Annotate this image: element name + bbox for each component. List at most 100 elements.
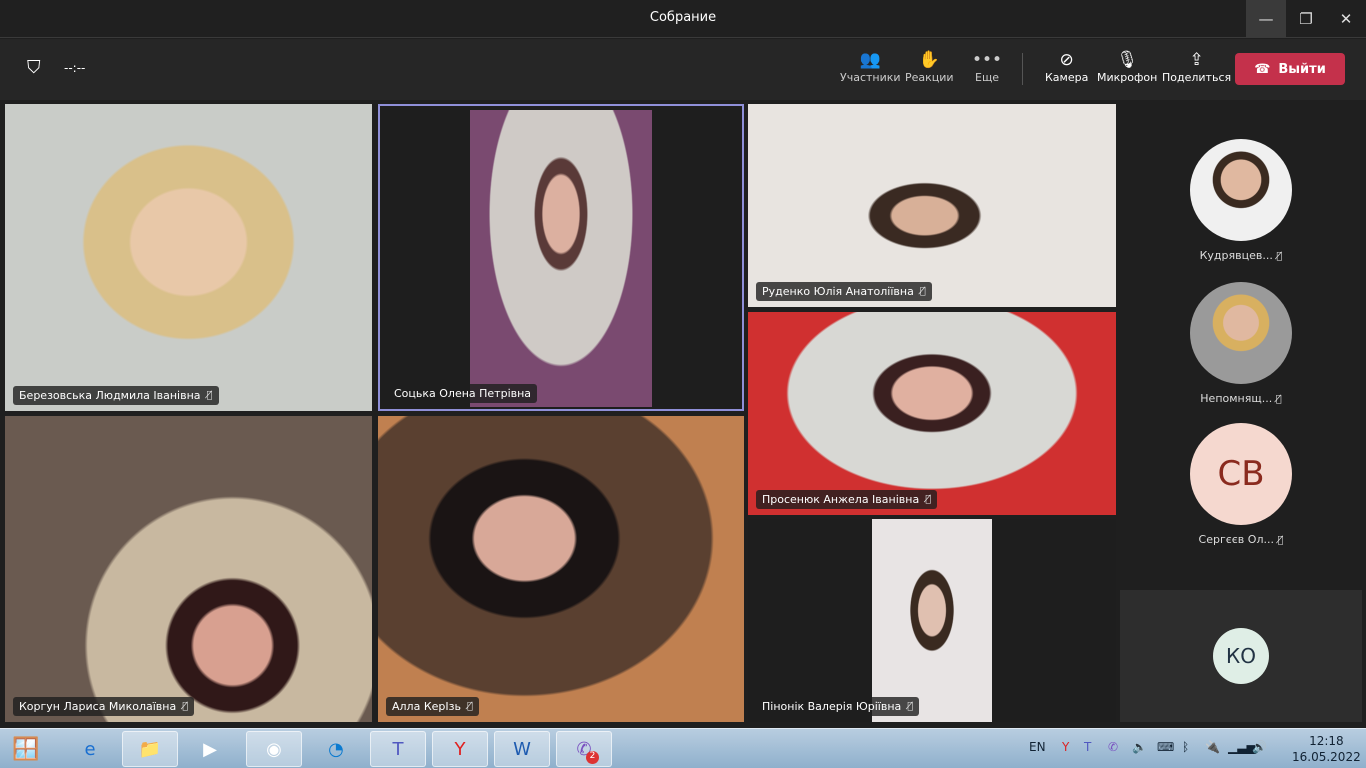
self-view-tile[interactable]: КО <box>1120 590 1362 722</box>
chrome-icon[interactable]: ◉ <box>246 731 302 767</box>
media-player-icon[interactable]: ▶ <box>182 731 238 767</box>
share-icon: ⇪ <box>1189 50 1204 70</box>
yandex-icon[interactable]: Y <box>432 731 488 767</box>
word-icon[interactable]: W <box>494 731 550 767</box>
keyboard-tray-icon[interactable]: ⌨ <box>1157 740 1174 754</box>
people-icon: 👥 <box>859 50 881 70</box>
window-title: Собрание <box>649 10 717 25</box>
side-participant[interactable]: СВ Сергєєв Ол... 🎙̸ <box>1176 423 1306 546</box>
participants-label: Участники <box>840 71 901 84</box>
mic-muted-icon: 🎙̸ <box>182 701 189 712</box>
teams-icon[interactable]: T <box>370 731 426 767</box>
mic-label: Микрофон <box>1097 71 1158 84</box>
explorer-icon[interactable]: 📁 <box>122 731 178 767</box>
participant-name: Пінонік Валерія Юріївна <box>762 700 902 713</box>
camera-off-icon: ⊘ <box>1059 50 1074 70</box>
video-feed <box>378 416 744 722</box>
camera-label: Камера <box>1045 71 1089 84</box>
leave-label: Выйти <box>1278 61 1326 77</box>
video-tile[interactable]: Руденко Юлія Анатоліївна 🎙̸ <box>748 104 1116 307</box>
minimize-button[interactable]: — <box>1246 0 1286 38</box>
close-button[interactable]: ✕ <box>1326 0 1366 38</box>
meeting-timer: --:-- <box>64 61 86 75</box>
maximize-button[interactable]: ❐ <box>1286 0 1326 38</box>
title-bar: Собрание — ❐ ✕ <box>0 0 1366 38</box>
participant-name: Коргун Лариса Миколаївна <box>19 700 177 713</box>
avatar <box>1190 282 1292 384</box>
video-tile-active-speaker[interactable]: Соцька Олена Петрівна <box>378 104 744 411</box>
volume-icon[interactable]: 🔊 <box>1252 740 1267 754</box>
video-feed <box>5 416 372 722</box>
clock[interactable]: 12:18 16.05.2022 <box>1292 733 1361 765</box>
side-participant[interactable]: Кудрявцев... 🎙̸ <box>1176 139 1306 262</box>
video-feed <box>872 519 992 722</box>
video-tile[interactable]: Просенюк Анжела Іванівна 🎙̸ <box>748 312 1116 515</box>
participant-name: Просенюк Анжела Іванівна <box>762 493 920 506</box>
viber-tray-icon[interactable]: ✆ <box>1108 740 1118 754</box>
mic-muted-icon: 🎙̸ <box>206 390 213 401</box>
participant-label: Березовська Людмила Іванівна 🎙̸ <box>13 386 219 405</box>
participant-label: Алла КерІзь 🎙̸ <box>386 697 479 716</box>
language-indicator[interactable]: EN <box>1029 740 1046 754</box>
video-tile[interactable]: Пінонік Валерія Юріївна 🎙̸ <box>748 519 1116 722</box>
mic-muted-icon: 🎙̸ <box>1275 394 1282 405</box>
start-button[interactable]: 🪟 <box>2 731 50 767</box>
participant-label: Руденко Юлія Анатоліївна 🎙̸ <box>756 282 932 301</box>
participant-name: Сергєєв Ол... 🎙̸ <box>1198 533 1284 546</box>
leave-button[interactable]: ☎ Выйти <box>1235 53 1345 85</box>
participant-label: Пінонік Валерія Юріївна 🎙̸ <box>756 697 920 716</box>
reactions-label: Реакции <box>905 71 954 84</box>
mic-muted-icon: 🎙̸ <box>1276 251 1283 262</box>
mic-off-icon: 🎙 <box>1116 50 1138 70</box>
mic-muted-icon: 🎙̸ <box>919 286 926 297</box>
mic-button[interactable]: 🎙 Микрофон <box>1097 49 1157 84</box>
video-tile[interactable]: Березовська Людмила Іванівна 🎙̸ <box>5 104 372 411</box>
video-tile[interactable]: Алла КерІзь 🎙̸ <box>378 416 744 722</box>
video-feed <box>748 104 1116 307</box>
share-label: Поделиться <box>1162 71 1232 84</box>
video-feed <box>5 104 372 411</box>
video-feed <box>748 312 1116 515</box>
time: 12:18 <box>1309 734 1344 748</box>
participant-name: Соцька Олена Петрівна <box>394 387 532 400</box>
bluetooth-icon[interactable]: ᛒ <box>1182 740 1189 754</box>
camera-button[interactable]: ⊘ Камера <box>1045 49 1088 84</box>
reactions-button[interactable]: ✋ Реакции <box>905 49 954 84</box>
participant-name: Алла КерІзь <box>392 700 461 713</box>
edge-icon[interactable]: ◔ <box>308 731 364 767</box>
participant-label: Соцька Олена Петрівна <box>388 384 538 403</box>
participant-label: Просенюк Анжела Іванівна 🎙̸ <box>756 490 938 509</box>
participant-name: Руденко Юлія Анатоліївна <box>762 285 914 298</box>
ie-icon[interactable]: e <box>62 731 118 767</box>
shield-icon: ⛉ <box>27 57 41 78</box>
participant-name: Непомнящ... 🎙̸ <box>1200 392 1282 405</box>
more-icon: ••• <box>972 50 1003 70</box>
more-button[interactable]: ••• Еще <box>972 49 1002 84</box>
participants-button[interactable]: 👥 Участники <box>840 49 901 84</box>
share-button[interactable]: ⇪ Поделиться <box>1162 49 1231 84</box>
viber-badge: 2 <box>586 751 599 764</box>
mic-muted-icon: 🎙̸ <box>1277 535 1284 546</box>
video-tile[interactable]: Коргун Лариса Миколаївна 🎙̸ <box>5 416 372 722</box>
speaker-tray-icon[interactable]: 🔈 <box>1132 740 1147 754</box>
phone-icon: ☎ <box>1254 61 1271 77</box>
participant-label: Коргун Лариса Миколаївна 🎙̸ <box>13 697 195 716</box>
participant-name: Березовська Людмила Іванівна <box>19 389 201 402</box>
divider <box>1022 53 1023 85</box>
teams-tray-icon[interactable]: T <box>1084 740 1091 754</box>
viber-icon[interactable]: ✆ 2 <box>556 731 612 767</box>
avatar-initials: СВ <box>1190 423 1292 525</box>
video-feed <box>470 110 652 407</box>
power-icon[interactable]: 🔌 <box>1205 740 1220 754</box>
mic-muted-icon: 🎙̸ <box>925 494 932 505</box>
meeting-toolbar: ⛉ --:-- 👥 Участники ✋ Реакции ••• Еще ⊘ Каме… <box>0 39 1366 100</box>
hand-smile-icon: ✋ <box>918 50 940 70</box>
more-label: Еще <box>975 71 1000 84</box>
mic-muted-icon: 🎙̸ <box>907 701 914 712</box>
side-participant[interactable]: Непомнящ... 🎙̸ <box>1176 282 1306 405</box>
self-avatar: КО <box>1213 628 1269 684</box>
participant-name: Кудрявцев... 🎙̸ <box>1199 249 1283 262</box>
date: 16.05.2022 <box>1292 750 1361 764</box>
yandex-tray-icon[interactable]: Y <box>1062 740 1069 754</box>
mic-muted-icon: 🎙̸ <box>466 701 473 712</box>
